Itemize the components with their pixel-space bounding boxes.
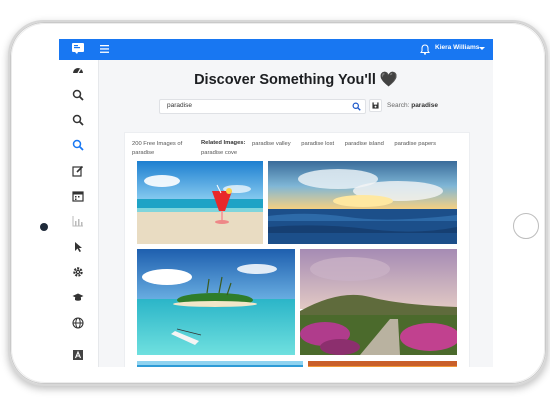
image-partial-right[interactable] <box>308 361 457 367</box>
image-tropical-island[interactable] <box>137 249 295 355</box>
image-partial-left[interactable] <box>137 361 303 367</box>
font-icon <box>73 350 83 360</box>
calendar-icon <box>72 191 84 202</box>
graduation-cap-icon <box>72 293 84 301</box>
related-tag-paradise-cove[interactable]: paradise cove <box>201 150 237 156</box>
home-button[interactable] <box>513 213 539 239</box>
camera-icon <box>40 223 48 231</box>
sidebar-item-cursor[interactable] <box>71 240 85 254</box>
related-tag-paradise-valley[interactable]: paradise valley <box>252 141 291 147</box>
results-panel: 200 Free Images of paradise Related Imag… <box>124 132 470 367</box>
edit-icon <box>72 165 84 177</box>
search-input-value: paradise <box>167 102 192 109</box>
image-sunset-ocean[interactable] <box>268 161 457 244</box>
image-flower-hills[interactable] <box>300 249 457 355</box>
search-label: Search: paradise <box>387 102 438 109</box>
sidebar-item-calendar[interactable] <box>71 189 85 203</box>
main-content: Discover Something You'll 🖤 paradise Sea… <box>99 60 493 367</box>
save-search-button[interactable] <box>369 99 382 112</box>
user-name[interactable]: Kiera Williams <box>435 44 479 51</box>
search-icon <box>72 114 84 126</box>
sidebar <box>59 60 99 367</box>
sidebar-item-learning[interactable] <box>71 290 85 304</box>
sidebar-item-edit[interactable] <box>71 164 85 178</box>
sidebar-item-fonts[interactable] <box>71 348 85 362</box>
page-title: Discover Something You'll 🖤 <box>194 72 398 88</box>
sidebar-item-search-active[interactable] <box>71 138 85 152</box>
related-tag-paradise-papers[interactable]: paradise papers <box>394 141 436 147</box>
hamburger-menu-icon[interactable] <box>100 45 109 53</box>
sidebar-item-analytics[interactable] <box>71 214 85 228</box>
related-tag-paradise-lost[interactable]: paradise lost <box>301 141 334 147</box>
sidebar-item-search-2[interactable] <box>71 113 85 127</box>
top-bar: Kiera Williams <box>59 39 493 60</box>
related-tag-paradise-island[interactable]: paradise island <box>345 141 384 147</box>
chevron-down-icon[interactable] <box>479 47 485 50</box>
sidebar-item-settings[interactable] <box>71 265 85 279</box>
sidebar-item-dashboard[interactable] <box>71 63 85 77</box>
search-icon[interactable] <box>352 102 361 111</box>
cursor-icon <box>75 242 82 252</box>
bar-chart-icon <box>72 216 83 227</box>
search-icon <box>72 89 84 101</box>
search-label-value: paradise <box>411 102 438 109</box>
logo-icon[interactable] <box>72 43 84 54</box>
results-count: 200 Free Images of paradise <box>132 141 183 156</box>
image-beach-drink[interactable] <box>137 161 263 244</box>
app-screen: Kiera Williams Discover Something You'll… <box>59 39 493 367</box>
sidebar-item-web[interactable] <box>71 316 85 330</box>
globe-icon <box>72 317 84 329</box>
sidebar-item-search-1[interactable] <box>71 88 85 102</box>
search-input[interactable]: paradise <box>159 99 366 114</box>
search-label-prefix: Search: <box>387 102 410 109</box>
related-tags: paradise valley paradise lost paradise i… <box>201 140 461 158</box>
bell-icon[interactable] <box>420 44 430 55</box>
save-icon <box>372 102 379 109</box>
search-icon <box>72 139 84 151</box>
dashboard-icon <box>73 68 83 74</box>
gear-icon <box>73 267 83 277</box>
